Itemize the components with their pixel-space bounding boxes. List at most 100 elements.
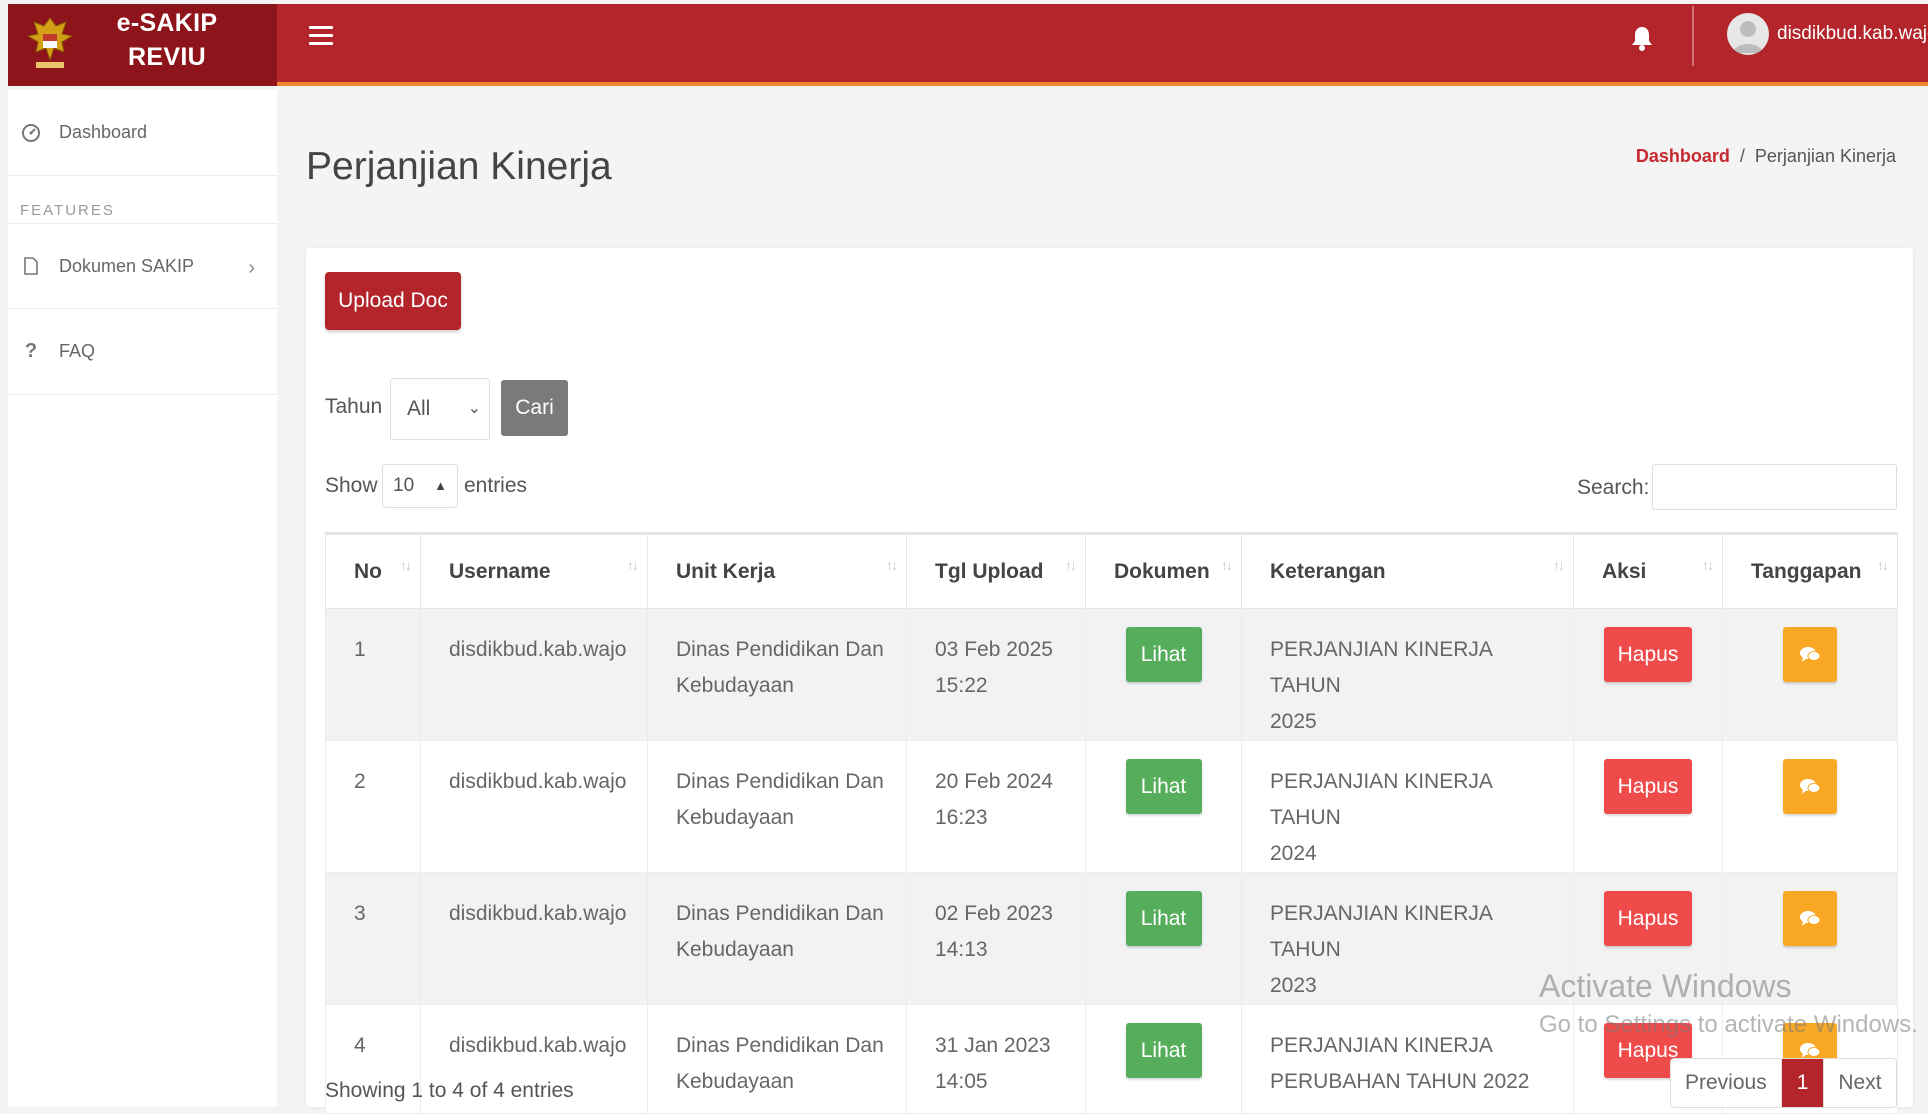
comments-icon (1800, 910, 1821, 926)
cell-aksi: Hapus (1573, 740, 1723, 873)
cell-tanggapan (1722, 608, 1898, 741)
cell-unit-kerja: Dinas Pendidikan Dan Kebudayaan (647, 608, 907, 741)
user-avatar[interactable] (1727, 13, 1769, 55)
sort-icon: ↑↓ (1553, 557, 1565, 573)
keterangan-line: PERJANJIAN KINERJA (1270, 1034, 1493, 1057)
keterangan-line: PERJANJIAN KINERJA TAHUN (1270, 902, 1492, 961)
tahun-select[interactable]: All ⌄ (390, 378, 490, 440)
lihat-button[interactable]: Lihat (1125, 759, 1202, 814)
table-row: 3 disdikbud.kab.wajo Dinas Pendidikan Da… (325, 872, 1898, 1005)
sort-icon: ↑↓ (1221, 557, 1233, 573)
menu-toggle-icon[interactable] (309, 26, 333, 48)
sort-icon: ↑↓ (1065, 557, 1077, 573)
column-header-label: Unit Kerja (676, 559, 776, 583)
data-table: No ↑↓ Username ↑↓ Unit Kerja ↑↓ Tgl Upload ↑… (325, 532, 1898, 1114)
column-header-unit-kerja[interactable]: Unit Kerja ↑↓ (647, 532, 907, 609)
upload-doc-button[interactable]: Upload Doc (325, 272, 461, 330)
keterangan-line: 2025 (1270, 710, 1317, 733)
cell-unit-kerja: Dinas Pendidikan Dan Kebudayaan (647, 740, 907, 873)
upload-date: 02 Feb 2023 (935, 902, 1053, 925)
upload-time: 14:05 (935, 1070, 988, 1093)
comment-button[interactable] (1783, 891, 1837, 946)
sidebar-section-heading: FEATURES (20, 202, 115, 219)
column-header-keterangan[interactable]: Keterangan ↑↓ (1241, 532, 1574, 609)
cari-button[interactable]: Cari (501, 380, 568, 436)
sidebar: Dashboard FEATURES Dokumen SAKIP › ? FAQ (8, 90, 277, 1107)
cell-tanggapan (1722, 740, 1898, 873)
unit-line: Kebudayaan (676, 674, 794, 697)
column-header-tanggapan[interactable]: Tanggapan ↑↓ (1722, 532, 1898, 609)
keterangan-line: 2024 (1270, 842, 1317, 865)
app-title-line2: REVIU (128, 43, 206, 71)
sidebar-item-dokumen-sakip[interactable]: Dokumen SAKIP › (8, 223, 277, 309)
column-header-no[interactable]: No ↑↓ (325, 532, 421, 609)
upload-date: 20 Feb 2024 (935, 770, 1053, 793)
page-title: Perjanjian Kinerja (306, 145, 612, 188)
notification-bell-icon[interactable] (1629, 24, 1655, 52)
upload-date: 03 Feb 2025 (935, 638, 1053, 661)
entries-label: entries (464, 474, 528, 497)
garuda-logo-icon (26, 17, 74, 68)
column-header-label: Dokumen (1114, 559, 1210, 583)
unit-line: Kebudayaan (676, 1070, 794, 1093)
chevron-right-icon: › (248, 257, 255, 279)
dashboard-icon (21, 123, 41, 143)
column-header-label: No (354, 559, 382, 583)
pagination-next[interactable]: Next (1823, 1059, 1896, 1107)
pagination-previous[interactable]: Previous (1671, 1059, 1782, 1107)
column-header-tgl-upload[interactable]: Tgl Upload ↑↓ (906, 532, 1086, 609)
lihat-button[interactable]: Lihat (1125, 627, 1202, 682)
hapus-button[interactable]: Hapus (1604, 891, 1692, 946)
hapus-button[interactable]: Hapus (1604, 627, 1692, 682)
search-label: Search: (1577, 476, 1650, 499)
tahun-label: Tahun (325, 395, 383, 418)
column-header-username[interactable]: Username ↑↓ (420, 532, 648, 609)
cell-tanggapan (1722, 872, 1898, 1005)
cell-dokumen: Lihat (1085, 872, 1242, 1005)
lihat-button[interactable]: Lihat (1125, 891, 1202, 946)
unit-line: Kebudayaan (676, 938, 794, 961)
cell-tgl-upload: 31 Jan 2023 14:05 (906, 1004, 1086, 1114)
lihat-button[interactable]: Lihat (1125, 1023, 1202, 1078)
column-header-label: Keterangan (1270, 559, 1386, 583)
cell-dokumen: Lihat (1085, 740, 1242, 873)
cell-tgl-upload: 20 Feb 2024 16:23 (906, 740, 1086, 873)
user-name[interactable]: disdikbud.kab.wajo (1777, 23, 1928, 45)
cell-keterangan: PERJANJIAN KINERJA TAHUN 2025 (1241, 608, 1574, 741)
column-header-aksi[interactable]: Aksi ↑↓ (1573, 532, 1723, 609)
cell-aksi: Hapus (1573, 872, 1723, 1005)
sort-icon: ↑↓ (1702, 557, 1714, 573)
upload-time: 16:23 (935, 806, 988, 829)
hapus-button[interactable]: Hapus (1604, 759, 1692, 814)
pagination: Previous 1 Next (1670, 1058, 1897, 1108)
cell-unit-kerja: Dinas Pendidikan Dan Kebudayaan (647, 1004, 907, 1114)
upload-time: 14:13 (935, 938, 988, 961)
tahun-select-value: All (407, 397, 431, 420)
keterangan-line: PERJANJIAN KINERJA TAHUN (1270, 638, 1492, 697)
comments-icon (1800, 1042, 1821, 1058)
entries-length-select[interactable]: 10 ▲ (382, 464, 458, 508)
breadcrumb-separator: / (1739, 146, 1745, 166)
keterangan-line: PERUBAHAN TAHUN 2022 (1270, 1070, 1530, 1093)
question-icon: ? (24, 340, 38, 362)
show-label: Show (325, 474, 378, 497)
comment-button[interactable] (1783, 627, 1837, 682)
sort-icon: ↑↓ (627, 557, 639, 573)
chevron-down-icon: ⌄ (467, 400, 481, 417)
sidebar-item-dashboard[interactable]: Dashboard (8, 90, 277, 176)
entries-length-value: 10 (393, 475, 415, 496)
unit-line: Dinas Pendidikan Dan (676, 902, 884, 925)
comment-button[interactable] (1783, 759, 1837, 814)
search-input[interactable] (1652, 464, 1897, 510)
table-info: Showing 1 to 4 of 4 entries (325, 1079, 574, 1102)
column-header-dokumen[interactable]: Dokumen ↑↓ (1085, 532, 1242, 609)
cell-keterangan: PERJANJIAN KINERJA TAHUN 2024 (1241, 740, 1574, 873)
sort-icon: ↑↓ (886, 557, 898, 573)
pagination-page-1[interactable]: 1 (1781, 1059, 1824, 1107)
breadcrumb: Dashboard / Perjanjian Kinerja (1636, 146, 1896, 167)
table-row: 2 disdikbud.kab.wajo Dinas Pendidikan Da… (325, 740, 1898, 873)
breadcrumb-home-link[interactable]: Dashboard (1636, 146, 1730, 166)
unit-line: Kebudayaan (676, 806, 794, 829)
cell-no: 2 (325, 740, 421, 873)
sidebar-item-faq[interactable]: ? FAQ (8, 309, 277, 395)
